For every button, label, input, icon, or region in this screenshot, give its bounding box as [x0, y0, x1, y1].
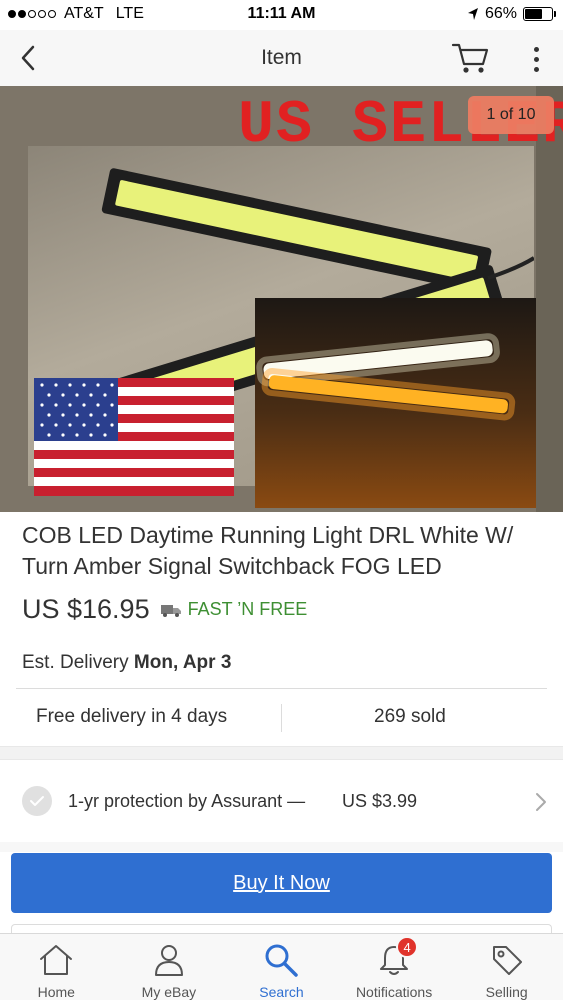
- tab-my-ebay[interactable]: My eBay: [113, 934, 226, 1000]
- more-dot-icon: [533, 56, 539, 62]
- cart-button[interactable]: [450, 40, 490, 76]
- chevron-right-icon: [536, 793, 546, 811]
- more-dot-icon: [533, 46, 539, 52]
- cart-icon: [451, 43, 489, 73]
- check-icon: [30, 796, 44, 806]
- tab-notifications[interactable]: 4 Notifications: [338, 934, 451, 1000]
- protection-plan-row[interactable]: 1-yr protection by Assurant — US $3.99: [0, 760, 563, 842]
- tab-label: Selling: [485, 984, 528, 1000]
- price-row: US $16.95 FAST ’N FREE: [22, 594, 307, 625]
- protection-price: US $3.99: [342, 791, 418, 811]
- tab-selling[interactable]: Selling: [450, 934, 563, 1000]
- delivery-date: Mon, Apr 3: [133, 652, 232, 673]
- section-gap: [0, 746, 563, 760]
- more-dot-icon: [533, 66, 539, 72]
- search-icon: [261, 940, 301, 980]
- location-arrow-icon: [467, 8, 478, 20]
- tab-search[interactable]: Search: [225, 934, 338, 1000]
- buy-it-now-button[interactable]: Buy It Now: [11, 853, 552, 913]
- tab-label: Notifications: [355, 984, 433, 1000]
- home-icon: [36, 940, 76, 980]
- divider: [16, 688, 547, 689]
- battery-fill: [525, 9, 543, 19]
- free-delivery-stat: Free delivery in 4 days: [36, 706, 228, 727]
- tab-label: Home: [37, 984, 75, 1000]
- status-right: 66%: [467, 5, 556, 23]
- photo-inset-lit-strips: [255, 298, 537, 508]
- shipping-badge: FAST ’N FREE: [160, 599, 308, 620]
- more-options-button[interactable]: [522, 42, 550, 76]
- sold-count-stat: 269 sold: [374, 706, 446, 727]
- item-photo[interactable]: US SELLER 1 of 10: [0, 86, 563, 512]
- nav-bar: Item: [0, 30, 563, 86]
- bell-icon: 4: [374, 936, 419, 980]
- status-bar: AT&T LTE 11:11 AM 66%: [0, 0, 563, 30]
- protection-checkbox[interactable]: [22, 786, 52, 816]
- tab-bar: Home My eBay Search 4 Notifications Sell…: [0, 933, 563, 1000]
- tab-label: Search: [259, 984, 304, 1000]
- shipping-label: FAST ’N FREE: [187, 599, 308, 619]
- lit-strips-drawing: [256, 333, 516, 421]
- photo-counter-badge: 1 of 10: [468, 96, 554, 134]
- battery-percent: 66%: [484, 5, 517, 22]
- delivery-label: Est. Delivery: [22, 652, 129, 673]
- tab-label: My eBay: [141, 984, 197, 1000]
- estimated-delivery: Est. Delivery Mon, Apr 3: [22, 652, 231, 674]
- notification-badge: 4: [396, 936, 419, 958]
- truck-icon: [160, 604, 181, 617]
- us-flag-image: [34, 378, 234, 496]
- item-price: US $16.95: [22, 594, 150, 624]
- section-gap: [0, 842, 563, 852]
- person-icon: [149, 940, 189, 980]
- battery-icon: [523, 7, 556, 21]
- stat-divider: [281, 704, 282, 732]
- item-title: COB LED Daytime Running Light DRL White …: [22, 522, 514, 579]
- tag-icon: [487, 940, 527, 980]
- protection-text: 1-yr protection by Assurant —: [68, 791, 306, 811]
- tab-home[interactable]: Home: [0, 934, 113, 1000]
